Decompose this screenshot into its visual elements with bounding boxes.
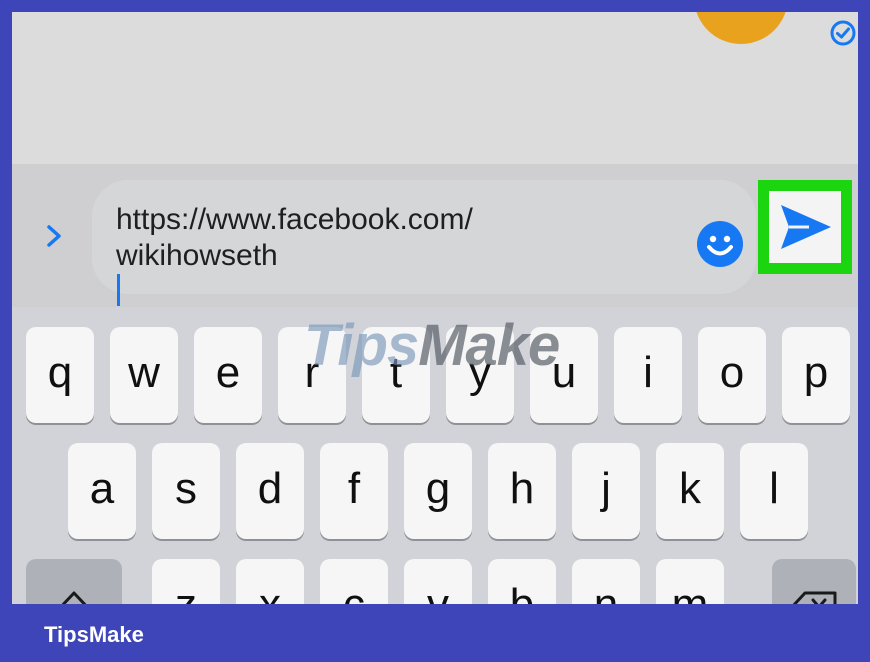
send-icon — [781, 205, 831, 249]
key-label: w — [128, 348, 160, 397]
key-a[interactable]: a — [68, 443, 136, 539]
text-caret — [117, 274, 120, 306]
keyboard: q w e r t y u i o p a s d f g h j k l — [12, 307, 858, 604]
backspace-icon — [792, 591, 837, 604]
key-r[interactable]: r — [278, 327, 346, 423]
key-label: z — [175, 580, 197, 604]
send-button[interactable] — [758, 180, 852, 274]
key-e[interactable]: e — [194, 327, 262, 423]
key-label: k — [679, 464, 701, 513]
footer-brand: TipsMake — [44, 622, 144, 647]
key-q[interactable]: q — [26, 327, 94, 423]
key-k[interactable]: k — [656, 443, 724, 539]
key-label: x — [259, 580, 281, 604]
footer-bar: TipsMake — [0, 604, 870, 662]
key-label: c — [343, 580, 365, 604]
key-m[interactable]: m — [656, 559, 724, 604]
key-d[interactable]: d — [236, 443, 304, 539]
chat-area — [12, 12, 858, 164]
key-w[interactable]: w — [110, 327, 178, 423]
key-label: q — [47, 348, 73, 397]
keyboard-row-2: a s d f g h j k l — [12, 443, 858, 539]
message-text[interactable]: https://www.facebook.com/ wikihowseth — [116, 202, 676, 306]
send-button-inner — [769, 191, 841, 263]
key-label: e — [215, 348, 241, 397]
message-composer: https://www.facebook.com/ wikihowseth — [12, 164, 858, 307]
key-j[interactable]: j — [572, 443, 640, 539]
shift-icon — [61, 591, 87, 604]
key-label: b — [510, 580, 534, 604]
check-circle-icon — [830, 20, 856, 46]
key-label: j — [601, 464, 611, 513]
key-p[interactable]: p — [782, 327, 850, 423]
key-label: m — [672, 580, 709, 604]
avatar — [694, 12, 788, 44]
key-label: h — [509, 464, 535, 513]
keyboard-row-1: q w e r t y u i o p — [12, 327, 858, 423]
key-label: i — [643, 348, 653, 397]
key-label: d — [257, 464, 283, 513]
key-x[interactable]: x — [236, 559, 304, 604]
message-text-line2: wikihowseth — [116, 239, 278, 272]
backspace-key[interactable] — [772, 559, 856, 604]
key-c[interactable]: c — [320, 559, 388, 604]
key-label: p — [803, 348, 829, 397]
key-label: f — [347, 464, 361, 513]
key-label: v — [427, 580, 449, 604]
key-t[interactable]: t — [362, 327, 430, 423]
phone-screen: https://www.facebook.com/ wikihowseth q … — [12, 12, 858, 604]
key-label: l — [769, 464, 779, 513]
key-u[interactable]: u — [530, 327, 598, 423]
message-text-line1: https://www.facebook.com/ — [116, 203, 473, 236]
key-label: s — [175, 464, 197, 513]
key-label: o — [719, 348, 745, 397]
key-label: n — [594, 580, 618, 604]
key-label: u — [551, 348, 577, 397]
message-input[interactable]: https://www.facebook.com/ wikihowseth — [92, 180, 756, 306]
key-b[interactable]: b — [488, 559, 556, 604]
key-z[interactable]: z — [152, 559, 220, 604]
key-label: a — [89, 464, 115, 513]
key-label: t — [389, 348, 403, 397]
key-n[interactable]: n — [572, 559, 640, 604]
key-f[interactable]: f — [320, 443, 388, 539]
key-h[interactable]: h — [488, 443, 556, 539]
key-label: y — [469, 348, 491, 397]
keyboard-row-3: z x c v b n m — [12, 559, 858, 604]
key-label: r — [304, 348, 320, 397]
emoji-icon[interactable] — [696, 220, 744, 268]
key-v[interactable]: v — [404, 559, 472, 604]
chevron-right-icon[interactable] — [42, 224, 66, 248]
key-label: g — [425, 464, 451, 513]
key-g[interactable]: g — [404, 443, 472, 539]
key-y[interactable]: y — [446, 327, 514, 423]
shift-key[interactable] — [26, 559, 122, 604]
key-i[interactable]: i — [614, 327, 682, 423]
key-l[interactable]: l — [740, 443, 808, 539]
key-o[interactable]: o — [698, 327, 766, 423]
key-s[interactable]: s — [152, 443, 220, 539]
